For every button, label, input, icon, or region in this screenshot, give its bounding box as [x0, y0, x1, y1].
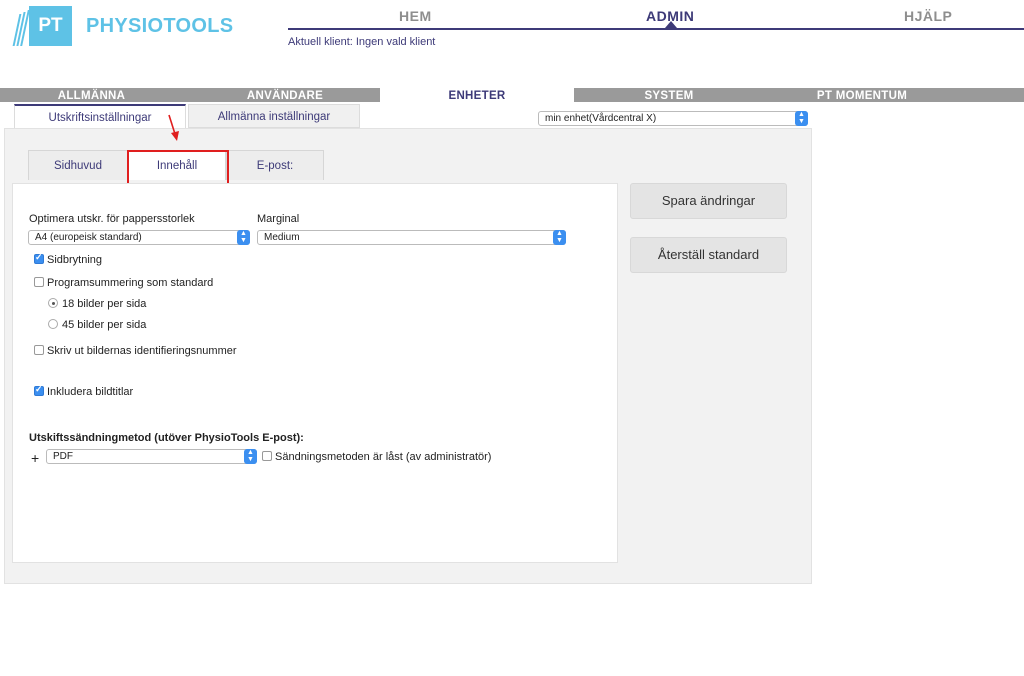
page-break-checkbox[interactable]	[34, 252, 44, 264]
send-method-select[interactable]: PDF ▲ ▼	[46, 449, 257, 464]
chevron-updown-icon: ▲ ▼	[795, 111, 808, 126]
active-nav-caret	[665, 21, 677, 28]
logo-mark: PT	[29, 6, 72, 46]
program-summary-checkbox[interactable]	[34, 277, 44, 287]
unit-select-value: min enhet(Vårdcentral X)	[545, 113, 657, 124]
chevron-updown-icon: ▲ ▼	[237, 230, 250, 245]
send-method-value: PDF	[53, 451, 73, 462]
radio-18-label: 18 bilder per sida	[62, 298, 147, 310]
chevron-updown-icon: ▲ ▼	[553, 230, 566, 245]
margin-select[interactable]: Medium ▲ ▼	[257, 230, 566, 245]
tab-system[interactable]: SYSTEM	[574, 88, 764, 102]
tab-allmanna[interactable]: ALLMÄNNA	[0, 88, 183, 102]
chevron-updown-icon: ▲ ▼	[244, 449, 257, 464]
program-summary-label: Programsummering som standard	[47, 277, 214, 289]
subtab-print-settings[interactable]: Utskriftsinställningar	[14, 104, 186, 128]
send-method-label: Utskiftssändningmetod (utöver PhysioTool…	[29, 432, 304, 444]
print-ids-checkbox[interactable]	[34, 345, 44, 355]
print-ids-label: Skriv ut bildernas identifieringsnummer	[47, 345, 237, 357]
paper-size-label: Optimera utskr. för pappersstorlek	[29, 213, 195, 225]
tab-pt-momentum[interactable]: PT MOMENTUM	[764, 88, 960, 102]
paper-size-select[interactable]: A4 (europeisk standard) ▲ ▼	[28, 230, 250, 245]
annotation-arrow-icon	[168, 114, 179, 141]
method-locked-label: Sändningsmetoden är låst (av administrat…	[275, 451, 492, 463]
page-break-label: Sidbrytning	[47, 254, 103, 266]
reset-button[interactable]: Återställ standard	[630, 237, 787, 273]
top-navigation: HEM ADMIN HJÄLP	[288, 0, 1024, 30]
add-method-button[interactable]: +	[31, 450, 39, 466]
nav-help[interactable]: HJÄLP	[904, 8, 952, 24]
tab-anvandare[interactable]: ANVÄNDARE	[190, 88, 380, 102]
tab-epost[interactable]: E-post:	[226, 150, 324, 180]
highlight-box	[127, 150, 229, 185]
logo-stripes	[12, 10, 30, 50]
margin-value: Medium	[264, 232, 300, 243]
tab-sidhuvud[interactable]: Sidhuvud	[28, 150, 128, 180]
tab-enheter[interactable]: ENHETER	[380, 81, 574, 104]
brand-name: PHYSIOTOOLS	[86, 15, 234, 37]
paper-size-value: A4 (europeisk standard)	[35, 232, 142, 243]
method-locked-checkbox[interactable]	[262, 451, 272, 461]
margin-label: Marginal	[257, 213, 300, 225]
save-button[interactable]: Spara ändringar	[630, 183, 787, 219]
unit-select[interactable]: min enhet(Vårdcentral X) ▲ ▼	[538, 111, 808, 126]
include-titles-checkbox[interactable]	[34, 384, 44, 396]
include-titles-label: Inkludera bildtitlar	[47, 386, 134, 398]
radio-45-per-page[interactable]	[48, 319, 58, 329]
client-status: Aktuell klient: Ingen vald klient	[288, 36, 436, 48]
subtab-general-settings[interactable]: Allmänna inställningar	[188, 104, 360, 128]
radio-45-label: 45 bilder per sida	[62, 319, 147, 331]
nav-home[interactable]: HEM	[399, 8, 432, 24]
radio-18-per-page[interactable]	[48, 298, 58, 308]
